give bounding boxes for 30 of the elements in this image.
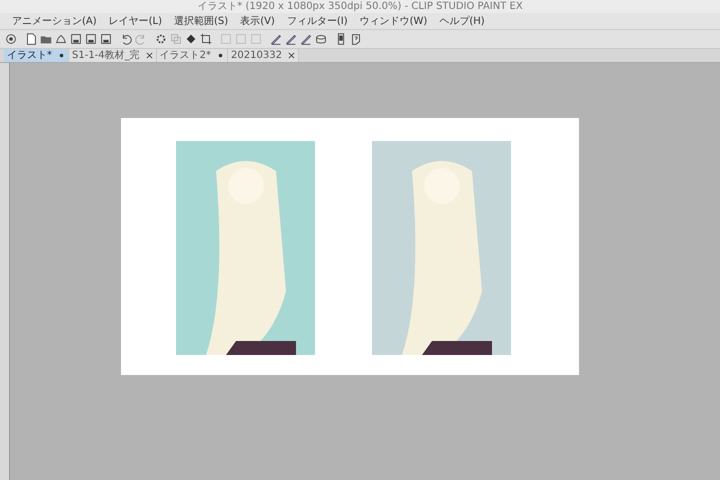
document-tab[interactable]: 20210332 <box>228 49 299 62</box>
menu-item[interactable]: フィルター(I) <box>286 14 348 28</box>
document-tab[interactable]: イラスト* <box>4 49 69 62</box>
pen-icon[interactable] <box>269 32 283 46</box>
document-tab[interactable]: S1-1-4教材_完 <box>69 49 157 62</box>
close-icon[interactable] <box>288 52 295 59</box>
menu-item[interactable]: ウィンドウ(W) <box>360 14 428 28</box>
crop-icon[interactable] <box>199 32 213 46</box>
help-icon[interactable] <box>349 32 363 46</box>
menu-item[interactable]: 選択範囲(S) <box>174 14 228 28</box>
menu-item[interactable]: 表示(V) <box>240 14 275 28</box>
fill-icon[interactable] <box>184 32 198 46</box>
app-icon[interactable] <box>4 32 18 46</box>
pen-icon[interactable] <box>284 32 298 46</box>
close-icon[interactable] <box>146 52 153 59</box>
pen-icon[interactable] <box>299 32 313 46</box>
document-tab[interactable]: イラスト2* <box>156 49 228 62</box>
stack-icon[interactable] <box>314 32 328 46</box>
triangle-icon[interactable] <box>54 32 68 46</box>
save-icon[interactable] <box>84 32 98 46</box>
window-title: イラスト* (1920 x 1080px 350dpi 50.0%) - CLIP STUDIO PAINT EX <box>197 0 523 13</box>
save-icon[interactable] <box>99 32 113 46</box>
modified-dot-icon <box>217 52 224 59</box>
save-icon[interactable] <box>69 32 83 46</box>
menu-item[interactable]: レイヤー(L) <box>108 14 162 28</box>
menu-item[interactable]: ヘルプ(H) <box>439 14 485 28</box>
modified-dot-icon <box>58 52 65 59</box>
gear-icon[interactable] <box>154 32 168 46</box>
menu-item[interactable]: アニメーション(A) <box>12 14 97 28</box>
new-file-icon[interactable] <box>24 32 38 46</box>
